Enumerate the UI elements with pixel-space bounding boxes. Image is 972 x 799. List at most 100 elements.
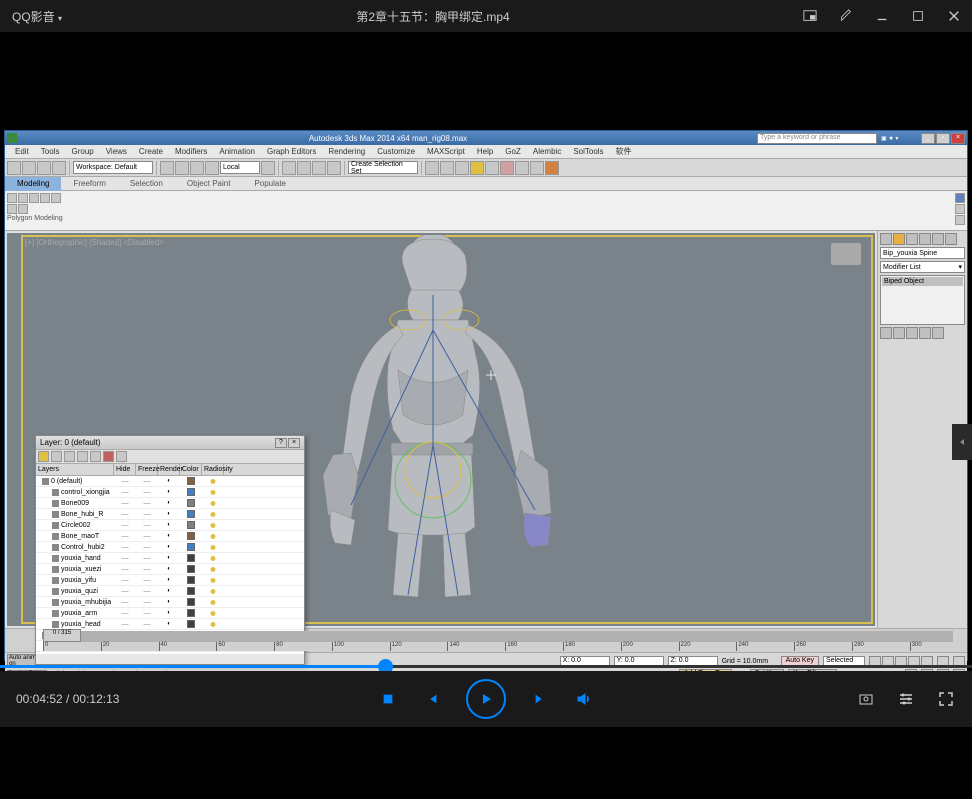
new-layer-icon[interactable]: [38, 451, 49, 462]
render-frame-icon[interactable]: [530, 161, 544, 175]
move-icon[interactable]: [175, 161, 189, 175]
menu-maxscript[interactable]: MAXScript: [421, 147, 471, 156]
align-icon[interactable]: [440, 161, 454, 175]
screenshot-button[interactable]: [856, 689, 876, 709]
percent-snap-icon[interactable]: [312, 161, 326, 175]
material-icon[interactable]: [500, 161, 514, 175]
display-tab[interactable]: [932, 233, 944, 245]
max-search-input[interactable]: Type a keyword or phrase: [757, 133, 877, 144]
mirror-icon[interactable]: [425, 161, 439, 175]
refcoord-dropdown[interactable]: Local: [220, 161, 260, 174]
max-timeline[interactable]: 0 / 315 02040608010012014016018020022024…: [5, 628, 967, 652]
ribbon-tab-populate[interactable]: Populate: [242, 177, 298, 191]
fullscreen-button[interactable]: [936, 689, 956, 709]
layer-panel-titlebar[interactable]: Layer: 0 (default) ? ×: [36, 436, 304, 450]
workspace-dropdown[interactable]: Workspace: Default: [73, 161, 153, 174]
modifier-stack[interactable]: Biped Object: [880, 275, 965, 325]
layer-row[interactable]: youxia_mhubijia——◐: [36, 597, 304, 608]
next-button[interactable]: [530, 689, 550, 709]
menu-rendering[interactable]: Rendering: [322, 147, 371, 156]
app-name-dropdown[interactable]: QQ影音 ▾: [0, 8, 74, 25]
redo-icon[interactable]: [22, 161, 36, 175]
layer-row[interactable]: Control_hubi2——◐: [36, 542, 304, 553]
ribbon-tab-modeling[interactable]: Modeling: [5, 177, 61, 191]
pin-stack-icon[interactable]: [880, 327, 892, 339]
utilities-tab[interactable]: [945, 233, 957, 245]
pin-icon[interactable]: [828, 0, 864, 32]
layer-row[interactable]: control_xiongjia——◐: [36, 487, 304, 498]
spinner-snap-icon[interactable]: [327, 161, 341, 175]
menu-soltools[interactable]: SolTools: [567, 147, 609, 156]
layer-row[interactable]: Bone009——◐: [36, 498, 304, 509]
configure-icon[interactable]: [932, 327, 944, 339]
motion-tab[interactable]: [919, 233, 931, 245]
menu-group[interactable]: Group: [65, 147, 99, 156]
render-icon[interactable]: [545, 161, 559, 175]
menu-help[interactable]: Help: [471, 147, 499, 156]
layer-row[interactable]: youxia_quzi——◐: [36, 586, 304, 597]
select-layer-icon[interactable]: [77, 451, 88, 462]
select-icon[interactable]: [160, 161, 174, 175]
freeze-unfreeze-icon[interactable]: [116, 451, 127, 462]
menu-alembic[interactable]: Alembic: [527, 147, 567, 156]
pivot-icon[interactable]: [261, 161, 275, 175]
timeline-ruler[interactable]: 0204060801001201401601802002202402602803…: [43, 642, 953, 651]
pip-icon[interactable]: [792, 0, 828, 32]
schematic-icon[interactable]: [485, 161, 499, 175]
layer-row[interactable]: youxia_arm——◐: [36, 608, 304, 619]
layer-row[interactable]: youxia_yifu——◐: [36, 575, 304, 586]
layer-row[interactable]: Bone_maoT——◐: [36, 531, 304, 542]
max-close[interactable]: ×: [951, 133, 965, 144]
layer-row[interactable]: Circle002——◐: [36, 520, 304, 531]
object-name-field[interactable]: Bip_youxia Spine: [880, 247, 965, 259]
play-button[interactable]: [466, 679, 506, 719]
render-setup-icon[interactable]: [515, 161, 529, 175]
stop-button[interactable]: [378, 689, 398, 709]
menu-customize[interactable]: Customize: [371, 147, 421, 156]
highlight-layer-icon[interactable]: [90, 451, 101, 462]
modify-tab[interactable]: [893, 233, 905, 245]
menu-views[interactable]: Views: [100, 147, 133, 156]
layer-col-render[interactable]: Render: [158, 464, 180, 475]
menu-animation[interactable]: Animation: [213, 147, 261, 156]
max-viewport[interactable]: [+] [Orthographic] [Shaded] <Disabled>: [5, 231, 877, 628]
scale-icon[interactable]: [205, 161, 219, 175]
create-tab[interactable]: [880, 233, 892, 245]
prev-button[interactable]: [422, 689, 442, 709]
layer-col-radiosity[interactable]: Radiosity: [202, 464, 224, 475]
ribbon-tab-selection[interactable]: Selection: [118, 177, 175, 191]
unlink-icon[interactable]: [52, 161, 66, 175]
viewcube[interactable]: [831, 243, 861, 265]
video-area[interactable]: Autodesk 3ds Max 2014 x64 man_rig08.max …: [0, 32, 972, 727]
menu-tools[interactable]: Tools: [35, 147, 66, 156]
maximize-button[interactable]: [900, 0, 936, 32]
add-to-layer-icon[interactable]: [64, 451, 75, 462]
selection-set-dropdown[interactable]: Create Selection Set: [348, 161, 418, 174]
minimize-button[interactable]: [864, 0, 900, 32]
layer-icon[interactable]: [455, 161, 469, 175]
layer-list[interactable]: 0 (default)——◐control_xiongjia——◐Bone009…: [36, 476, 304, 654]
layer-col-hide[interactable]: Hide: [114, 464, 136, 475]
layer-row[interactable]: youxia_xuezi——◐: [36, 564, 304, 575]
viewport-label[interactable]: [+] [Orthographic] [Shaded] <Disabled>: [25, 238, 164, 247]
curve-editor-icon[interactable]: [470, 161, 484, 175]
max-minimize[interactable]: _: [921, 133, 935, 144]
progress-bar[interactable]: [0, 665, 972, 668]
menu-modifiers[interactable]: Modifiers: [169, 147, 213, 156]
angle-snap-icon[interactable]: [297, 161, 311, 175]
max-restore[interactable]: ▫: [936, 133, 950, 144]
hierarchy-tab[interactable]: [906, 233, 918, 245]
remove-mod-icon[interactable]: [919, 327, 931, 339]
close-button[interactable]: [936, 0, 972, 32]
undo-icon[interactable]: [7, 161, 21, 175]
modifier-list-dropdown[interactable]: Modifier List▾: [880, 261, 965, 273]
ribbon-tab-object-paint[interactable]: Object Paint: [175, 177, 243, 191]
layer-help-button[interactable]: ?: [275, 438, 287, 448]
rotate-icon[interactable]: [190, 161, 204, 175]
settings-button[interactable]: [896, 689, 916, 709]
layer-row[interactable]: 0 (default)——◐: [36, 476, 304, 487]
menu-graph editors[interactable]: Graph Editors: [261, 147, 322, 156]
layer-close-button[interactable]: ×: [288, 438, 300, 448]
snap-icon[interactable]: [282, 161, 296, 175]
volume-button[interactable]: [574, 689, 594, 709]
